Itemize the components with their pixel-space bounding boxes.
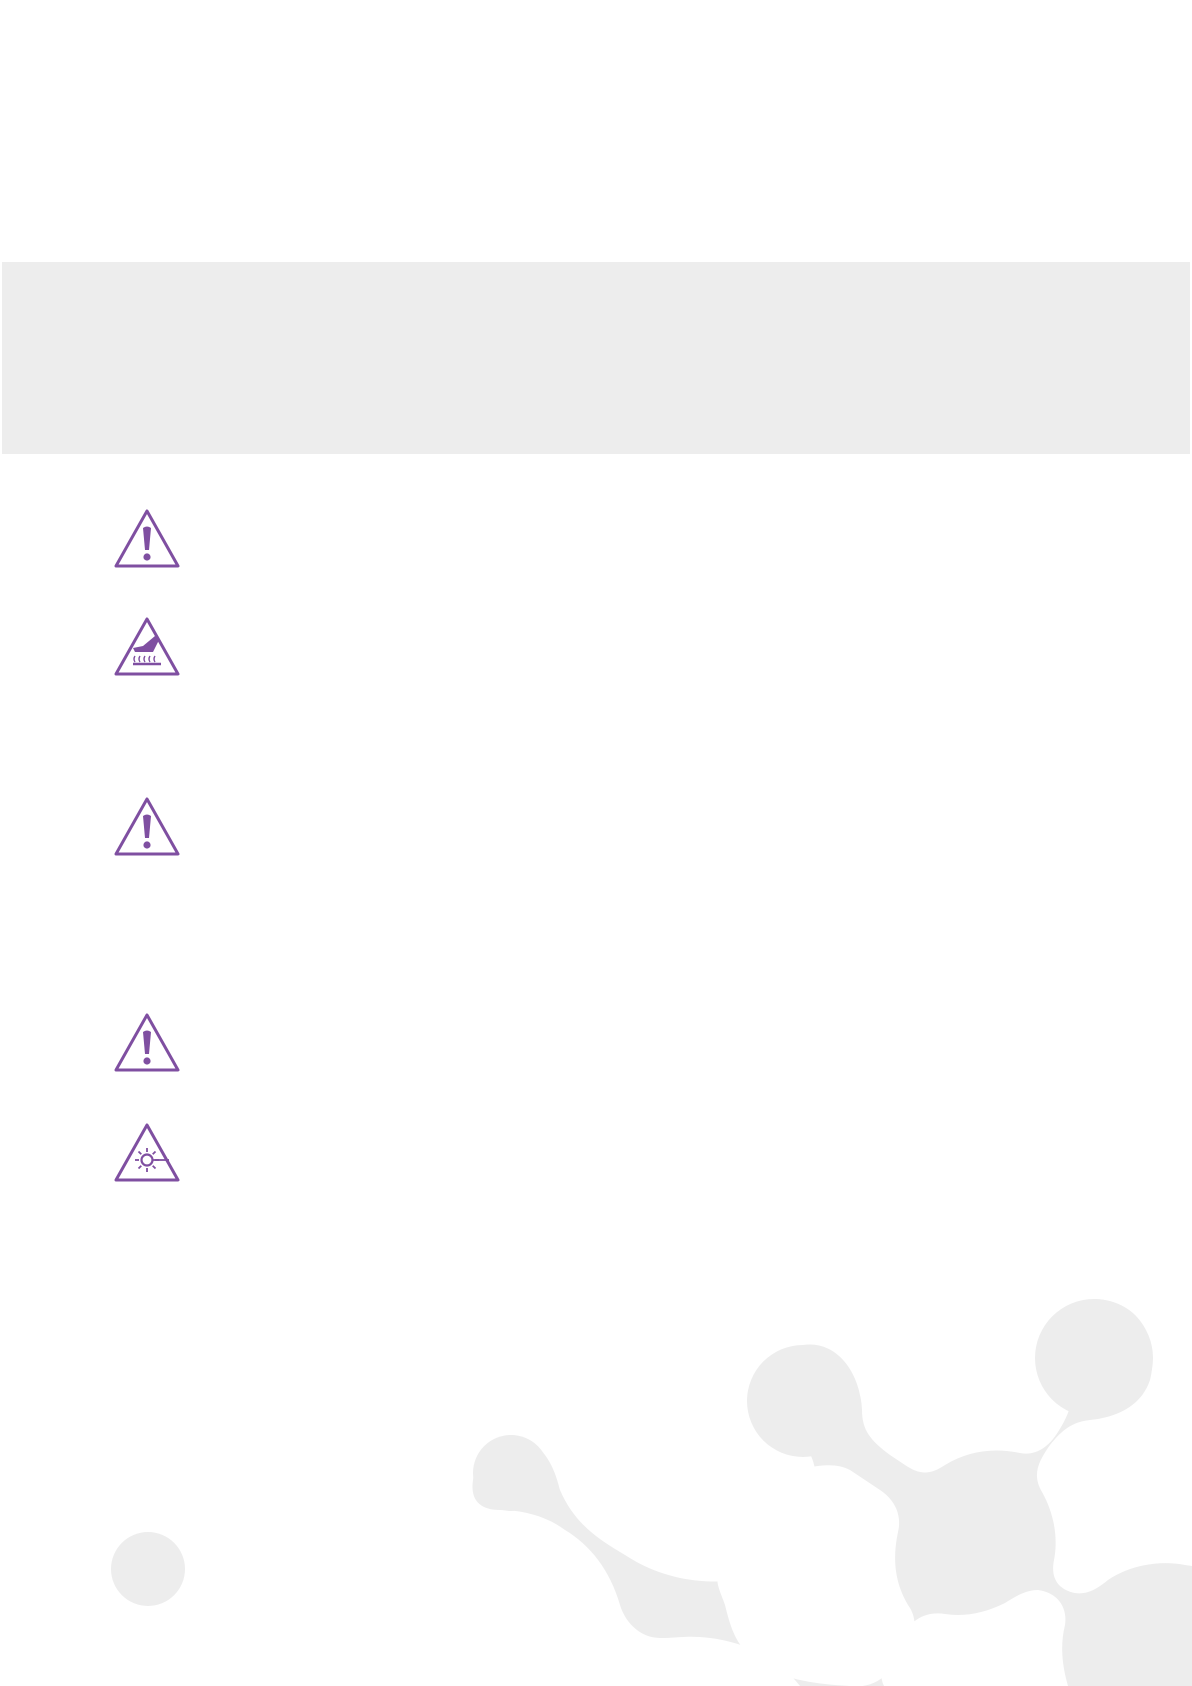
exclamation-warning-icon [113,508,181,570]
hot-surface-warning-icon [113,616,181,678]
exclamation-warning-icon [113,796,181,858]
laser-radiation-warning-icon [113,1122,181,1184]
page-number-badge [111,1532,185,1606]
exclamation-warning-icon [113,1012,181,1074]
header-band [0,262,1192,454]
